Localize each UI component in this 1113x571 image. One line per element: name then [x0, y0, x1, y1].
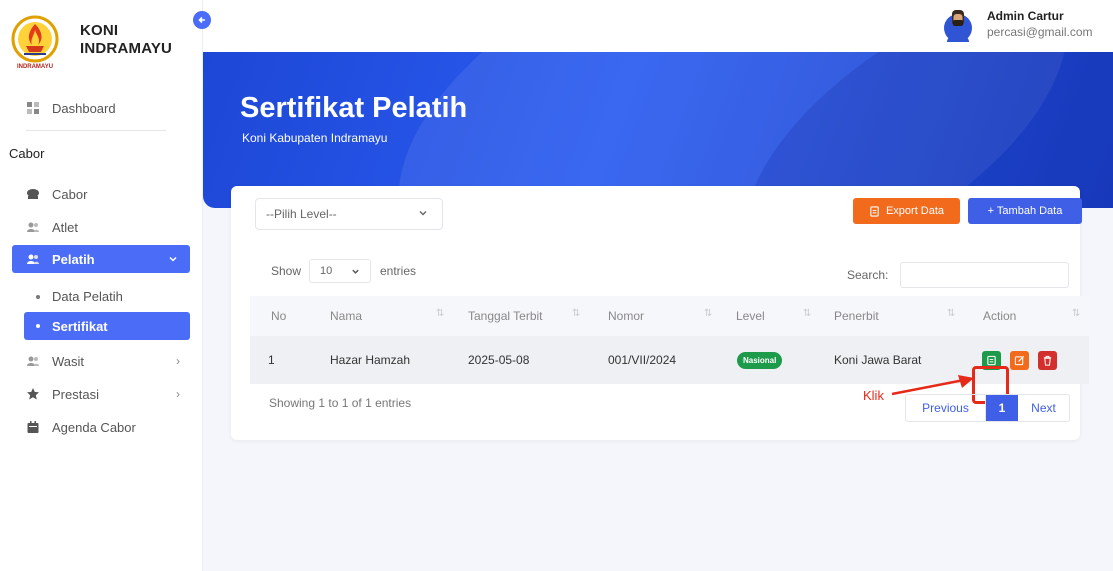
koni-logo-icon: INDRAMAYU — [11, 15, 59, 70]
sidebar: INDRAMAYU KONI INDRAMAYU Dashboard Cabor… — [0, 0, 203, 571]
bullet-icon — [36, 324, 40, 328]
chevron-down-icon — [419, 211, 427, 216]
user-email: percasi@gmail.com — [987, 25, 1093, 39]
sidebar-item-label: Agenda Cabor — [52, 419, 136, 435]
column-header-tanggal-terbit[interactable]: Tanggal Terbit — [468, 309, 543, 323]
show-label: Show — [271, 264, 302, 278]
brand[interactable]: INDRAMAYU KONI INDRAMAYU — [0, 0, 203, 78]
edit-button[interactable] — [1010, 351, 1029, 370]
annotation-arrow-icon — [891, 375, 974, 396]
sidebar-item-label: Atlet — [52, 219, 79, 235]
sidebar-item-label: Prestasi — [52, 386, 99, 402]
column-header-action[interactable]: Action — [983, 309, 1016, 323]
top-bar — [203, 0, 1113, 52]
bullet-icon — [36, 294, 40, 299]
column-header-no[interactable]: No — [271, 309, 286, 323]
users-icon — [26, 354, 40, 368]
arrow-left-icon — [198, 16, 205, 24]
sort-icon[interactable]: ⇅ — [1072, 308, 1080, 319]
sidebar-section-title: Cabor — [9, 146, 45, 161]
sidebar-subitem-data-pelatih[interactable]: Data Pelatih — [36, 289, 123, 304]
calendar-icon — [26, 420, 40, 434]
entries-label: entries — [380, 264, 417, 278]
annotation-label: Klik — [863, 388, 884, 403]
table-info: Showing 1 to 1 of 1 entries — [269, 396, 412, 410]
search-input[interactable] — [900, 262, 1069, 288]
file-icon — [869, 205, 880, 217]
chevron-right-icon: › — [176, 354, 180, 368]
page-size-select[interactable]: 10 — [309, 259, 371, 283]
sidebar-item-label: Dashboard — [52, 100, 116, 116]
page-subtitle: Koni Kabupaten Indramayu — [242, 131, 388, 145]
chevron-right-icon: › — [176, 387, 180, 401]
users-icon — [26, 220, 40, 234]
delete-button[interactable] — [1038, 351, 1057, 370]
brand-line-1: KONI — [80, 22, 119, 39]
column-header-nomor[interactable]: Nomor — [608, 309, 644, 323]
chevron-down-icon — [169, 256, 177, 262]
brand-line-2: INDRAMAYU — [80, 40, 173, 57]
sort-icon[interactable]: ⇅ — [572, 308, 580, 319]
page-size-value: 10 — [320, 265, 333, 277]
user-avatar[interactable] — [943, 6, 973, 44]
sidebar-item-dashboard[interactable]: Dashboard — [26, 98, 116, 118]
sidebar-item-atlet[interactable]: Atlet — [26, 217, 186, 237]
sidebar-item-wasit[interactable]: Wasit › — [26, 351, 186, 371]
edit-icon — [1014, 355, 1025, 366]
column-header-level[interactable]: Level — [736, 309, 765, 323]
cell-penerbit: Koni Jawa Barat — [834, 353, 922, 367]
export-data-label: Export Data — [885, 205, 945, 217]
level-filter-select[interactable]: --Pilih Level-- — [255, 198, 443, 230]
sidebar-subitem-sertifikat[interactable]: Sertifikat — [24, 312, 190, 340]
sidebar-item-label: Wasit — [52, 353, 85, 369]
sort-icon[interactable]: ⇅ — [704, 308, 712, 319]
sidebar-item-label: Pelatih — [52, 251, 95, 267]
search-label: Search: — [847, 268, 889, 282]
cell-nama: Hazar Hamzah — [330, 353, 411, 367]
table-header: No Nama ⇅ Tanggal Terbit ⇅ Nomor ⇅ Level… — [250, 296, 1089, 336]
column-header-penerbit[interactable]: Penerbit — [834, 309, 879, 323]
user-name[interactable]: Admin Cartur — [987, 9, 1064, 23]
sidebar-subitem-label: Data Pelatih — [52, 289, 123, 304]
cell-tanggal-terbit: 2025-05-08 — [468, 353, 530, 367]
dashboard-icon — [26, 101, 40, 115]
add-data-label: + Tambah Data — [987, 205, 1063, 217]
sort-icon[interactable]: ⇅ — [803, 308, 811, 319]
level-filter-value: --Pilih Level-- — [266, 207, 337, 221]
export-data-button[interactable]: Export Data — [853, 198, 960, 224]
sort-icon[interactable]: ⇅ — [947, 308, 955, 319]
sidebar-item-cabor[interactable]: Cabor — [26, 184, 186, 204]
chevron-down-icon — [352, 269, 359, 274]
page-1-button[interactable]: 1 — [986, 395, 1018, 421]
cell-nomor: 001/VII/2024 — [608, 353, 677, 367]
level-badge: Nasional — [737, 352, 783, 369]
next-page-button[interactable]: Next — [1018, 395, 1069, 421]
users-icon — [26, 252, 40, 266]
sidebar-toggle-button[interactable] — [193, 11, 211, 29]
star-icon — [26, 387, 40, 401]
page-banner — [203, 52, 1113, 208]
sidebar-item-prestasi[interactable]: Prestasi › — [26, 384, 186, 404]
sidebar-item-agenda-cabor[interactable]: Agenda Cabor — [26, 417, 186, 437]
sidebar-subitem-label: Sertifikat — [52, 318, 108, 334]
document-icon — [987, 355, 996, 366]
cell-no: 1 — [268, 353, 275, 367]
sort-icon[interactable]: ⇅ — [436, 308, 444, 319]
logo-text: INDRAMAYU — [17, 64, 53, 70]
cabor-icon — [26, 187, 40, 201]
sidebar-item-label: Cabor — [52, 186, 88, 202]
page-title: Sertifikat Pelatih — [240, 92, 468, 124]
add-data-button[interactable]: + Tambah Data — [968, 198, 1082, 224]
column-header-nama[interactable]: Nama — [330, 309, 362, 323]
sidebar-item-pelatih[interactable]: Pelatih — [12, 245, 190, 273]
trash-icon — [1043, 355, 1052, 366]
sidebar-divider — [26, 130, 166, 131]
brand-name: KONI INDRAMAYU — [80, 22, 172, 58]
